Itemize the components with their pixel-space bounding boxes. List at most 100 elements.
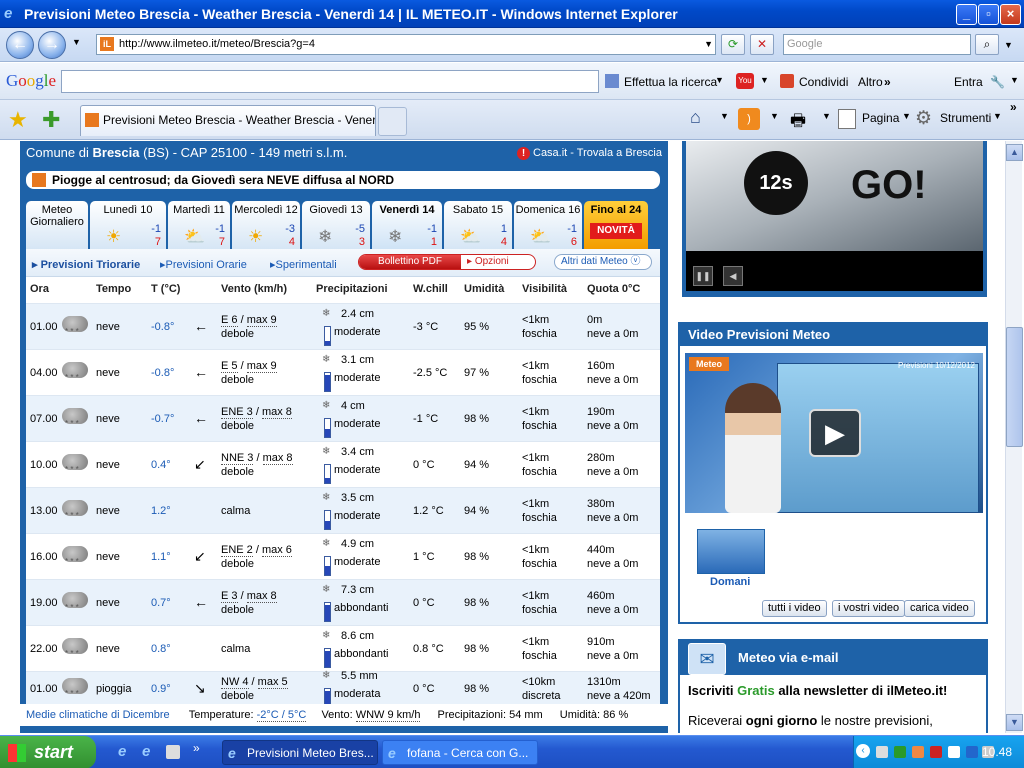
entra-button[interactable]: Entra: [954, 75, 983, 89]
play-icon[interactable]: ▶: [809, 409, 861, 457]
weather-icon: ⛅: [184, 227, 206, 246]
youtube-icon[interactable]: You: [736, 73, 754, 89]
home-dropdown-icon[interactable]: ▼: [720, 111, 729, 121]
ad-go-text: GO!: [851, 163, 927, 207]
google-search-dropdown-icon[interactable]: ▼: [715, 75, 724, 85]
restore-button[interactable]: ▫: [978, 4, 999, 25]
video-player[interactable]: Meteo Previsioni 10/12/2012 ▶: [685, 353, 983, 513]
scroll-down-icon[interactable]: ▼: [1006, 714, 1023, 731]
pagina-dropdown-icon[interactable]: ▼: [902, 111, 911, 121]
cell-vis2: foschia: [522, 420, 557, 432]
tab-previsioni-triorarie[interactable]: ▸ Previsioni Triorarie: [32, 258, 140, 271]
cell-quota2: neve a 420m: [587, 690, 651, 702]
pagina-menu[interactable]: Pagina: [862, 111, 899, 125]
tab-meteo-giornaliero[interactable]: Meteo Giornaliero: [26, 201, 88, 249]
tab-day-5[interactable]: Sabato 15 ⛅ 1 4: [444, 201, 512, 249]
casa-link[interactable]: ! Casa.it - Trovala a Brescia: [517, 147, 662, 160]
address-bar[interactable]: iL http://www.ilmeteo.it/meteo/Brescia?g…: [96, 34, 716, 55]
bollettino-pdf-button[interactable]: Bollettino PDF ▸ Opzioni: [358, 254, 536, 270]
tab-day-0[interactable]: Lunedì 10 ☀ -1 7: [90, 201, 166, 249]
quicklaunch-more-icon[interactable]: »: [193, 741, 200, 755]
scroll-up-icon[interactable]: ▲: [1006, 144, 1023, 161]
history-dropdown-icon[interactable]: ▼: [72, 37, 81, 47]
ad-image[interactable]: 12s GO!: [686, 141, 983, 251]
mute-icon[interactable]: ◀: [723, 266, 743, 286]
security-icon[interactable]: [912, 746, 924, 758]
tab-day-4[interactable]: Venerdì 14 ❄ -1 1: [372, 201, 442, 249]
youtube-dropdown-icon[interactable]: ▼: [760, 75, 769, 85]
wrench-icon[interactable]: 🔧: [990, 75, 1005, 89]
strumenti-menu[interactable]: Strumenti: [940, 111, 991, 125]
task-fofana[interactable]: e fofana - Cerca con G...: [382, 740, 538, 765]
day-max: 1: [430, 236, 437, 248]
col-prec: Precipitazioni: [316, 283, 388, 295]
print-icon[interactable]: 🖶: [790, 108, 806, 137]
favorites-star-icon[interactable]: ★: [8, 107, 28, 133]
tab-day-3[interactable]: Giovedì 13 ❄ -5 3: [302, 201, 370, 249]
tab-day-1[interactable]: Martedì 11 ⛅ -1 7: [168, 201, 230, 249]
network-icon[interactable]: [876, 746, 888, 758]
refresh-button[interactable]: ⟳: [721, 34, 745, 55]
headline-banner[interactable]: Piogge al centrosud; da Giovedì sera NEV…: [26, 171, 660, 189]
start-button[interactable]: start: [0, 736, 96, 768]
quicklaunch-app-icon[interactable]: [166, 745, 180, 759]
quicklaunch-ie-icon[interactable]: e: [118, 743, 126, 760]
rss-dropdown-icon[interactable]: ▼: [770, 111, 779, 121]
stop-button[interactable]: ✕: [750, 34, 774, 55]
google-search-button[interactable]: Effettua la ricerca: [624, 75, 717, 89]
antivirus-icon[interactable]: [894, 746, 906, 758]
search-options-icon[interactable]: ▼: [1004, 40, 1013, 50]
tab-previsioni-orarie[interactable]: ▸Previsioni Orarie: [160, 258, 247, 271]
quicklaunch-ie2-icon[interactable]: e: [142, 743, 150, 760]
prec-bar: [324, 464, 331, 484]
tab-active[interactable]: Previsioni Meteo Brescia - Weather Bresc…: [80, 105, 376, 136]
cell-umid: 97 %: [464, 367, 490, 379]
tab-fino-al-24[interactable]: Fino al 24 NOVITÀ: [584, 201, 648, 249]
forward-button[interactable]: →: [38, 31, 66, 59]
tab-sperimentali[interactable]: ▸Sperimentali: [270, 258, 337, 271]
wrench-dropdown-icon[interactable]: ▼: [1010, 75, 1019, 85]
rss-icon[interactable]: ): [738, 108, 760, 130]
carica-video-button[interactable]: carica video: [904, 600, 975, 617]
search-input[interactable]: Google: [783, 34, 971, 55]
condividi-button[interactable]: Condividi: [799, 75, 848, 89]
cell-umid: 98 %: [464, 643, 490, 655]
share-icon: [780, 74, 794, 88]
cell-vis2: foschia: [522, 650, 557, 662]
altri-dati-button[interactable]: Altri dati Meteo ⓥ: [554, 254, 652, 270]
pause-icon[interactable]: ❚❚: [693, 266, 713, 286]
address-dropdown-icon[interactable]: ▼: [704, 35, 713, 54]
print-dropdown-icon[interactable]: ▼: [822, 111, 831, 121]
task-previsioni[interactable]: e Previsioni Meteo Bres...: [222, 740, 378, 765]
col-quota: Quota 0°C: [587, 283, 641, 295]
domani-link[interactable]: Domani: [710, 576, 750, 588]
tab-day-2[interactable]: Mercoledì 12 ☀ -3 4: [232, 201, 300, 249]
shield-icon[interactable]: [930, 746, 942, 758]
vertical-scrollbar[interactable]: ▲ ▼: [1005, 141, 1023, 733]
more-chevron-icon[interactable]: »: [1010, 100, 1017, 114]
video-box: Video Previsioni Meteo Meteo Previsioni …: [678, 322, 988, 624]
new-tab-button[interactable]: [378, 107, 407, 136]
altro-button[interactable]: Altro: [858, 75, 883, 89]
vostri-video-button[interactable]: i vostri video: [832, 600, 906, 617]
opzioni-button[interactable]: ▸ Opzioni: [467, 255, 509, 269]
video-thumbnail[interactable]: [697, 529, 765, 574]
device-icon[interactable]: [948, 746, 960, 758]
minimize-button[interactable]: _: [956, 4, 977, 25]
tutti-video-button[interactable]: tutti i video: [762, 600, 827, 617]
search-icon[interactable]: ⌕: [975, 34, 999, 55]
google-search-input[interactable]: [61, 70, 599, 93]
tray-expand-icon[interactable]: ‹: [856, 744, 870, 758]
home-icon[interactable]: ⌂: [690, 107, 701, 128]
strumenti-dropdown-icon[interactable]: ▼: [993, 111, 1002, 121]
col-wchill: W.chill: [413, 283, 448, 295]
back-button[interactable]: ←: [6, 31, 34, 59]
tab-title: Previsioni Meteo Brescia - Weather Bresc…: [103, 113, 376, 127]
wind-max: max 6: [261, 544, 292, 557]
add-favorite-icon[interactable]: ✚: [42, 107, 60, 133]
close-button[interactable]: ×: [1000, 4, 1021, 25]
bluetooth-icon[interactable]: [966, 746, 978, 758]
medie-link[interactable]: Medie climatiche di Dicembre: [26, 709, 170, 721]
tab-day-6[interactable]: Domenica 16 ⛅ -1 6: [514, 201, 582, 249]
scroll-thumb[interactable]: [1006, 327, 1023, 447]
